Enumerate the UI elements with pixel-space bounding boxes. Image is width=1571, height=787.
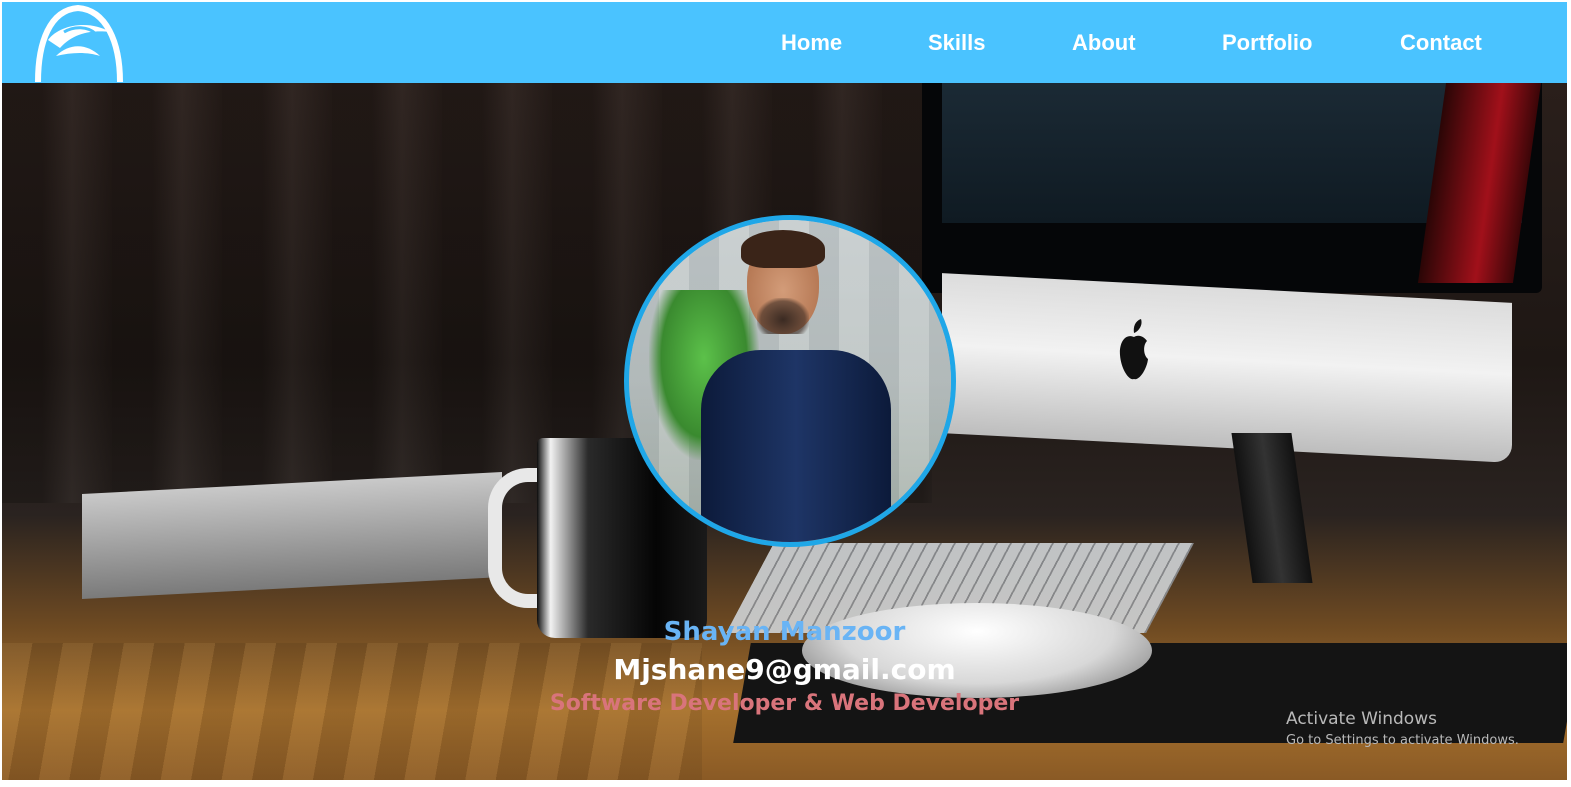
nav-link-home[interactable]: Home [781,30,842,56]
watermark-subtitle: Go to Settings to activate Windows. [1286,733,1519,748]
hero-section: Shayan Manzoor Mjshane9@gmail.com Softwa… [2,83,1567,780]
hero-background-stand [1231,433,1313,583]
navbar: Home Skills About Portfolio Contact [2,2,1567,83]
avatar-shirt [701,350,891,542]
nav-link-about[interactable]: About [1072,30,1136,56]
windows-activation-watermark: Activate Windows Go to Settings to activ… [1286,709,1519,748]
page-frame: Home Skills About Portfolio Contact Shay… [2,2,1567,780]
nav-link-contact[interactable]: Contact [1400,30,1482,56]
profile-email: Mjshane9@gmail.com [613,653,956,686]
nav-link-skills[interactable]: Skills [928,30,985,56]
avatar-hair [741,230,825,268]
apple-logo-icon [1119,319,1148,380]
profile-avatar [624,215,956,547]
hero-background-monitor-chin [942,273,1512,463]
watermark-title: Activate Windows [1286,709,1437,729]
profile-name: Shayan Manzoor [663,617,906,647]
avatar-beard [757,298,809,334]
hero-background-notebook [82,471,502,600]
nav-links: Home Skills About Portfolio Contact [2,2,1567,83]
nav-link-portfolio[interactable]: Portfolio [1222,30,1312,56]
